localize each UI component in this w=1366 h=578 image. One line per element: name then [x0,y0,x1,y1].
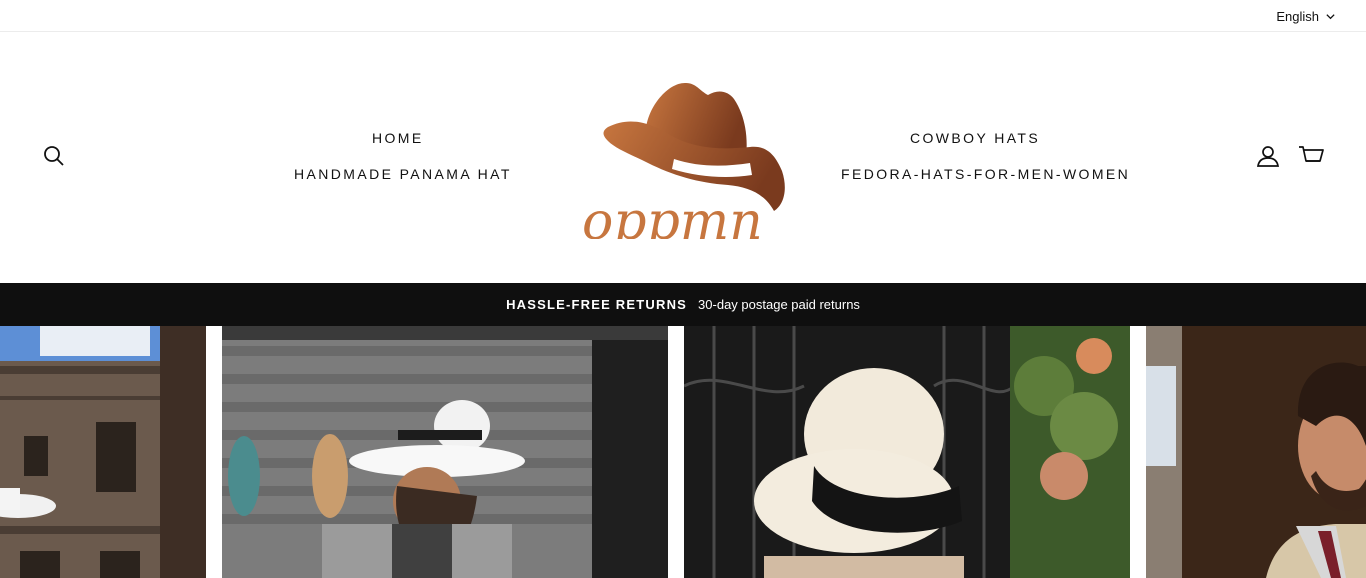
nav-handmade-panama-hat[interactable]: HANDMADE PANAMA HAT [294,166,512,182]
nav-fedora-hats[interactable]: FEDORA-HATS-FOR-MEN-WOMEN [841,166,1130,182]
brand-logo[interactable]: oppmn [578,77,788,239]
chevron-down-icon [1326,13,1335,19]
nav-home[interactable]: HOME [372,130,424,146]
language-selector[interactable]: English [1276,7,1336,25]
hero-collage [0,326,1366,578]
site-header: HOME HANDMADE PANAMA HAT oppmn COWBOY HA… [0,33,1366,283]
announcement-title: HASSLE-FREE RETURNS [506,297,688,312]
hero-image-panama-closeup [684,326,1130,578]
announcement-text: 30-day postage paid returns [698,297,860,312]
cart-icon [1299,146,1324,162]
hero-image-man-steps [222,326,668,578]
nav-cowboy-hats[interactable]: COWBOY HATS [910,130,1040,146]
language-label: English [1276,8,1319,24]
utility-bar: English [0,0,1366,32]
cowboy-hat-logo-icon: oppmn [582,82,785,239]
logo-wordmark: oppmn [582,192,763,239]
search-icon [44,146,64,166]
search-button[interactable] [40,142,68,170]
hero-image-building [0,326,206,578]
account-button[interactable] [1254,142,1282,170]
cart-button[interactable] [1297,142,1325,170]
announcement-bar: HASSLE-FREE RETURNS 30-day postage paid … [0,283,1366,326]
user-icon [1256,146,1280,167]
hero-image-man-portrait [1146,326,1366,578]
